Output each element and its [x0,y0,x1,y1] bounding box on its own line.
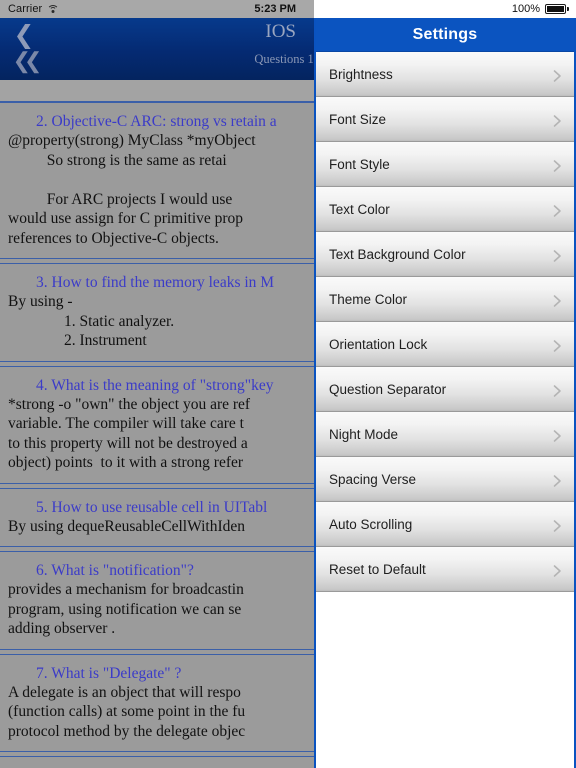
toolbar-strip [0,80,314,102]
question-title: 3. How to find the memory leaks in M [36,274,275,291]
battery-percent-label: 100% [511,3,540,15]
settings-item-orientation-lock[interactable]: Orientation Lock [316,322,574,367]
settings-item-label: Brightness [329,66,393,82]
question-body: A delegate is an object that will respo … [8,683,246,740]
chevron-right-icon [553,205,562,217]
settings-item-font-style[interactable]: Font Style [316,142,574,187]
chevron-right-icon [553,565,562,577]
settings-item-night-mode[interactable]: Night Mode [316,412,574,457]
double-chevron-left-icon[interactable]: ❮❮ [8,48,43,74]
wifi-icon [47,4,60,15]
chevron-right-icon [553,70,562,82]
settings-item-label: Font Style [329,156,390,172]
chevron-right-icon [553,430,562,442]
chevron-right-icon [553,160,562,172]
list-item[interactable]: 2. Objective-C ARC: strong vs retain a @… [0,102,314,259]
question-title: 4. What is the meaning of "strong"key [36,376,274,394]
chevron-right-icon [553,115,562,127]
list-item[interactable]: 8. What is Category and can we add ? [0,756,314,768]
list-item[interactable]: 4. What is the meaning of "strong"key *s… [0,365,314,484]
settings-item-label: Theme Color [329,291,408,307]
settings-item-label: Reset to Default [329,561,426,577]
app-root: Carrier 5:23 PM 100% ❮ ❮❮ IOS Questions … [0,0,576,768]
settings-item-text-background-color[interactable]: Text Background Color [316,232,574,277]
page-title: IOS [265,21,296,42]
carrier-label: Carrier [8,3,43,15]
settings-empty-area [316,592,574,768]
settings-item-brightness[interactable]: Brightness [316,52,574,97]
answer-list: 1. Static analyzer. 2. Instrument [64,312,306,351]
status-bar: Carrier 5:23 PM 100% [0,0,576,18]
settings-list: Brightness Font Size Font Style Text Color T… [316,52,574,592]
settings-item-text-color[interactable]: Text Color [316,187,574,232]
list-item: 1. Static analyzer. [64,312,175,330]
settings-item-label: Font Size [329,111,387,127]
reader-pane: ❮ ❮❮ IOS Questions 1 / 22 2. Objective-C… [0,18,314,768]
settings-panel: Settings Brightness Font Size Font Style Te… [314,18,576,768]
settings-item-label: Night Mode [329,426,399,442]
question-title: 6. What is "notification"? [36,562,194,579]
question-title: 7. What is "Delegate" ? [36,664,182,682]
battery-full-icon [545,4,569,14]
list-item[interactable]: 6. What is "notification"? provides a me… [0,551,314,650]
status-bar-left: Carrier 5:23 PM [0,0,314,18]
chevron-right-icon [553,340,562,352]
chevron-left-icon[interactable]: ❮ [10,23,38,49]
settings-item-theme-color[interactable]: Theme Color [316,277,574,322]
chevron-right-icon [553,475,562,487]
question-body: By using - [8,293,73,310]
question-list: 2. Objective-C ARC: strong vs retain a @… [0,102,314,768]
chevron-right-icon [553,385,562,397]
settings-item-label: Question Separator [329,381,447,397]
settings-item-label: Text Background Color [329,246,466,262]
list-item: 2. Instrument [64,332,147,349]
settings-header-title: Settings [316,18,574,52]
settings-item-label: Spacing Verse [329,471,417,487]
question-body: provides a mechanism for broadcastin pro… [8,581,244,637]
settings-item-question-separator[interactable]: Question Separator [316,367,574,412]
question-body: *strong -o "own" the object you are ref … [8,395,251,472]
question-body: @property(strong) MyClass *myObject So s… [8,132,256,247]
list-item[interactable]: 5. How to use reusable cell in UITabl By… [0,487,314,547]
status-bar-right: 100% [314,0,576,18]
navigation-bar: ❮ ❮❮ IOS Questions 1 / 22 [0,18,314,80]
list-item[interactable]: 3. How to find the memory leaks in M By … [0,263,314,362]
settings-item-reset-to-default[interactable]: Reset to Default [316,547,574,592]
settings-item-label: Text Color [329,201,390,217]
list-item[interactable]: 7. What is "Delegate" ? A delegate is an… [0,653,314,752]
settings-item-spacing-verse[interactable]: Spacing Verse [316,457,574,502]
question-body: By using dequeReusableCellWithIden [8,517,245,535]
settings-item-font-size[interactable]: Font Size [316,97,574,142]
settings-item-label: Auto Scrolling [329,516,413,532]
question-title: 5. How to use reusable cell in UITabl [36,498,268,516]
question-title: 2. Objective-C ARC: strong vs retain a [36,113,277,130]
chevron-right-icon [553,250,562,262]
clock-label: 5:23 PM [254,3,296,15]
settings-item-auto-scrolling[interactable]: Auto Scrolling [316,502,574,547]
chevron-right-icon [553,295,562,307]
chevron-right-icon [553,520,562,532]
settings-item-label: Orientation Lock [329,336,428,352]
question-counter: Questions 1 / 22 [254,52,314,66]
